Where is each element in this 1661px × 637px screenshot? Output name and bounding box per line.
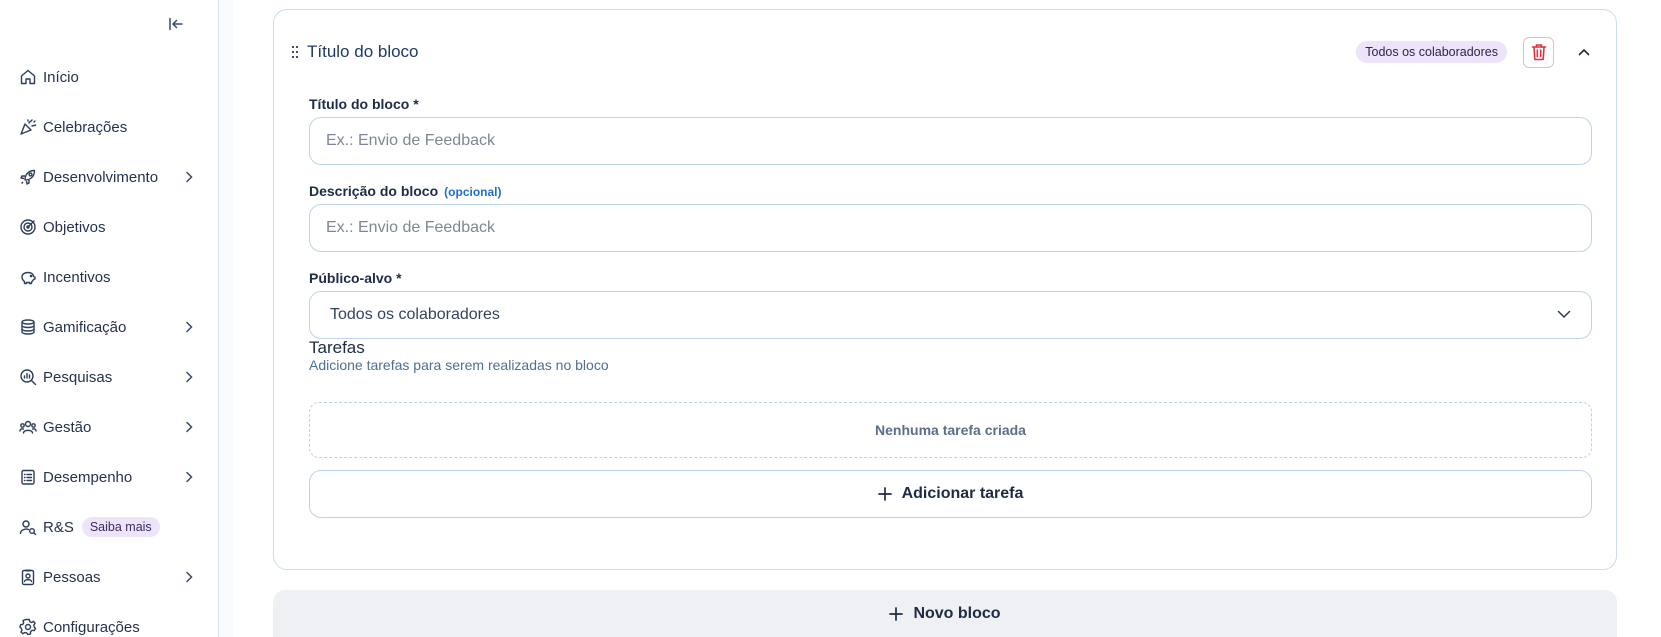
sidebar-item-label: Desempenho <box>43 468 133 486</box>
collapse-left-icon <box>169 17 183 31</box>
tasks-title: Tarefas <box>309 338 365 357</box>
party-popper-icon <box>18 117 38 137</box>
sidebar-item-label: Gamificação <box>43 318 127 336</box>
main-content: Título do bloco Todos os colaboradores T… <box>219 0 1661 637</box>
main-panel: Título do bloco Todos os colaboradores T… <box>233 0 1661 637</box>
piggy-bank-icon <box>18 267 38 287</box>
delete-block-button[interactable] <box>1523 36 1554 68</box>
block-description-input[interactable] <box>309 204 1592 252</box>
block-header-actions: Todos os colaboradores <box>1356 36 1598 68</box>
rocket-icon <box>18 167 38 187</box>
block-card: Título do bloco Todos os colaboradores T… <box>273 9 1617 570</box>
app: Início Celebrações Desenvolvimento Objet… <box>0 0 1661 637</box>
sidebar-item-label: Desenvolvimento <box>43 168 159 186</box>
chevron-right-icon <box>181 419 197 435</box>
saiba-mais-badge[interactable]: Saiba mais <box>81 517 160 537</box>
users-icon <box>18 417 38 437</box>
sidebar-item-configuracoes[interactable]: Configurações <box>0 602 219 637</box>
chevron-down-icon <box>1557 306 1571 324</box>
block-header: Título do bloco Todos os colaboradores <box>289 36 1598 68</box>
sidebar-item-label: Pessoas <box>43 568 101 586</box>
sidebar-item-incentivos[interactable]: Incentivos <box>0 252 219 302</box>
plus-icon <box>889 607 904 621</box>
clipboard-list-icon <box>18 467 38 487</box>
sidebar-item-inicio[interactable]: Início <box>0 52 219 102</box>
coins-icon <box>18 317 38 337</box>
chevron-right-icon <box>181 569 197 585</box>
new-block-button[interactable]: Novo bloco <box>273 590 1617 637</box>
chevron-right-icon <box>181 469 197 485</box>
sidebar-item-label: Celebrações <box>43 118 128 136</box>
sidebar-item-pessoas[interactable]: Pessoas <box>0 552 219 602</box>
audience-badge: Todos os colaboradores <box>1356 41 1507 63</box>
sidebar-item-celebracoes[interactable]: Celebrações <box>0 102 219 152</box>
add-task-button[interactable]: Adicionar tarefa <box>309 470 1592 518</box>
title-field-label: Título do bloco * <box>309 96 419 112</box>
chevron-right-icon <box>181 169 197 185</box>
tasks-subtitle: Adicione tarefas para serem realizadas n… <box>309 357 609 373</box>
target-icon <box>18 217 38 237</box>
id-badge-icon <box>18 567 38 587</box>
audience-select[interactable]: Todos os colaboradores <box>309 291 1592 339</box>
sidebar-nav: Início Celebrações Desenvolvimento Objet… <box>0 52 219 637</box>
sidebar-item-rs[interactable]: R&S Saiba mais <box>0 502 219 552</box>
sidebar-item-label: Incentivos <box>43 268 111 286</box>
chevron-up-icon <box>1578 48 1590 56</box>
description-field-label: Descrição do bloco (opcional) <box>309 183 501 199</box>
gear-icon <box>18 617 38 637</box>
new-block-label: Novo bloco <box>913 605 1001 622</box>
sidebar: Início Celebrações Desenvolvimento Objet… <box>0 0 219 637</box>
block-title-input[interactable] <box>309 117 1592 165</box>
empty-tasks-text: Nenhuma tarefa criada <box>875 422 1026 438</box>
optional-tag: (opcional) <box>444 185 502 199</box>
trash-icon <box>1531 44 1546 61</box>
sidebar-item-label: Objetivos <box>43 218 106 236</box>
sidebar-item-objetivos[interactable]: Objetivos <box>0 202 219 252</box>
empty-tasks-placeholder: Nenhuma tarefa criada <box>309 402 1592 458</box>
audience-select-value: Todos os colaboradores <box>330 306 500 323</box>
sidebar-item-gamificacao[interactable]: Gamificação <box>0 302 219 352</box>
chevron-right-icon <box>181 319 197 335</box>
search-chart-icon <box>18 367 38 387</box>
description-label-text: Descrição do bloco <box>309 183 439 199</box>
collapse-block-button[interactable] <box>1574 42 1594 62</box>
plus-icon <box>877 487 892 501</box>
collapse-sidebar-button[interactable] <box>166 14 186 34</box>
sidebar-item-desempenho[interactable]: Desempenho <box>0 452 219 502</box>
sidebar-item-label: Gestão <box>43 418 92 436</box>
home-icon <box>18 67 38 87</box>
sidebar-item-label: Configurações <box>43 618 140 636</box>
sidebar-item-label: Início <box>43 68 79 86</box>
sidebar-item-gestao[interactable]: Gestão <box>0 402 219 452</box>
chevron-right-icon <box>181 369 197 385</box>
add-task-label: Adicionar tarefa <box>901 485 1024 502</box>
sidebar-item-pesquisas[interactable]: Pesquisas <box>0 352 219 402</box>
block-title: Título do bloco <box>307 42 419 61</box>
sidebar-item-desenvolvimento[interactable]: Desenvolvimento <box>0 152 219 202</box>
sidebar-item-label: R&S <box>43 518 74 536</box>
drag-handle-icon[interactable] <box>289 43 301 61</box>
audience-field-label: Público-alvo * <box>309 270 402 286</box>
sidebar-item-label: Pesquisas <box>43 368 113 386</box>
user-search-icon <box>18 517 38 537</box>
